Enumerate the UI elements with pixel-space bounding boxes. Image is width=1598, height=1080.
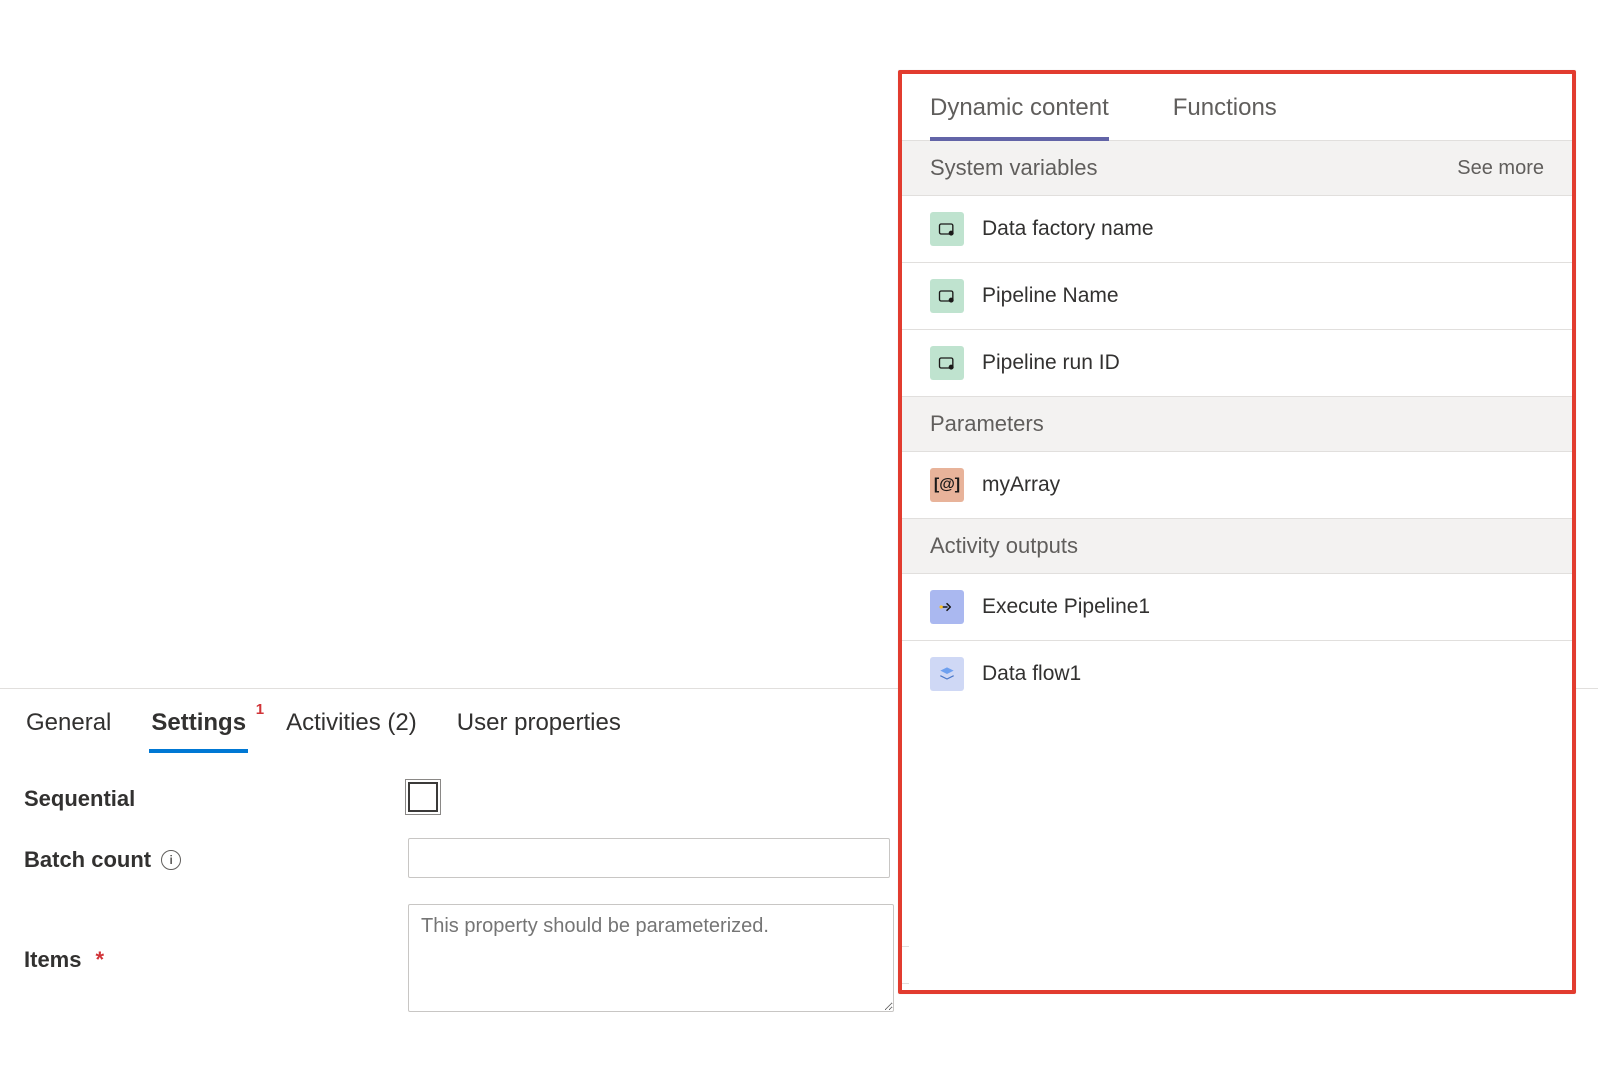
system-variables-see-more[interactable]: See more — [1457, 157, 1544, 180]
execute-pipeline-icon — [930, 590, 964, 624]
tab-general[interactable]: General — [24, 699, 113, 753]
label-sequential: Sequential — [24, 782, 384, 812]
list-item-label: Execute Pipeline1 — [982, 595, 1150, 619]
tab-settings-badge: 1 — [256, 701, 264, 718]
section-activity-outputs: Activity outputs — [902, 519, 1572, 574]
sysvar-item-pipeline-run-id[interactable]: Pipeline run ID — [902, 330, 1572, 397]
tab-functions[interactable]: Functions — [1173, 94, 1277, 140]
list-item-label: myArray — [982, 473, 1060, 497]
factory-icon — [930, 346, 964, 380]
list-item-label: Pipeline Name — [982, 284, 1119, 308]
expression-builder-panel: Dynamic content Functions System variabl… — [898, 70, 1576, 994]
list-item-label: Data flow1 — [982, 662, 1081, 686]
section-parameters-title: Parameters — [930, 411, 1044, 437]
sysvar-item-data-factory-name[interactable]: Data factory name — [902, 196, 1572, 263]
parameter-icon: [@] — [930, 468, 964, 502]
data-flow-icon — [930, 657, 964, 691]
tab-settings[interactable]: Settings 1 — [149, 699, 248, 753]
tab-user-properties[interactable]: User properties — [455, 699, 623, 753]
factory-icon — [930, 279, 964, 313]
settings-form: Sequential Batch count i Items * — [24, 782, 924, 1012]
section-activity-outputs-title: Activity outputs — [930, 533, 1078, 559]
list-item-label: Pipeline run ID — [982, 351, 1120, 375]
batch-count-input[interactable] — [408, 838, 890, 878]
activity-output-execute-pipeline1[interactable]: Execute Pipeline1 — [902, 574, 1572, 641]
sequential-cell — [408, 782, 930, 812]
panel-drag-handle[interactable] — [898, 946, 909, 984]
items-cell — [408, 904, 930, 1012]
label-items: Items * — [24, 904, 384, 1012]
label-items-text: Items — [24, 947, 81, 973]
parameter-item-myarray[interactable]: [@] myArray — [902, 452, 1572, 519]
activity-output-data-flow1[interactable]: Data flow1 — [902, 641, 1572, 707]
list-item-label: Data factory name — [982, 217, 1154, 241]
tab-activities[interactable]: Activities (2) — [284, 699, 419, 753]
label-batch-count-text: Batch count — [24, 847, 151, 873]
section-parameters: Parameters — [902, 397, 1572, 452]
expression-tabs: Dynamic content Functions — [902, 74, 1572, 141]
items-textarea[interactable] — [408, 904, 894, 1012]
sysvar-item-pipeline-name[interactable]: Pipeline Name — [902, 263, 1572, 330]
section-system-variables-title: System variables — [930, 155, 1098, 181]
info-icon[interactable]: i — [161, 850, 181, 870]
section-system-variables: System variables See more — [902, 141, 1572, 196]
tab-dynamic-content[interactable]: Dynamic content — [930, 94, 1109, 140]
tab-settings-label: Settings — [151, 709, 246, 736]
label-batch-count: Batch count i — [24, 838, 384, 878]
required-marker: * — [95, 947, 104, 973]
sequential-checkbox[interactable] — [408, 782, 438, 812]
factory-icon — [930, 212, 964, 246]
batch-count-cell — [408, 838, 930, 878]
